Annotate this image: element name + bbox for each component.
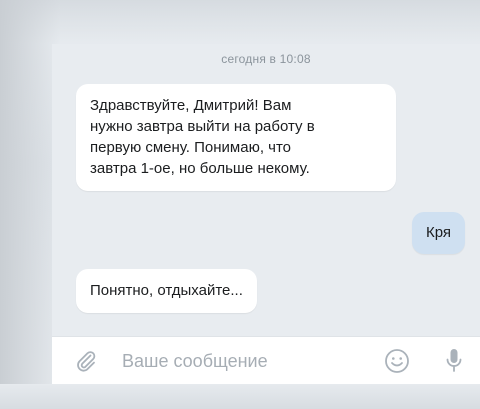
message-input[interactable]: Ваше сообщение — [122, 351, 268, 372]
message-text: Понятно, отдыхайте... — [90, 282, 243, 299]
message-line: нужно завтра выйти на работу в — [90, 118, 315, 135]
blurred-left-edge — [0, 0, 60, 409]
message-line: завтра 1-ое, но больше некому. — [90, 160, 310, 177]
blurred-top-edge — [0, 0, 480, 44]
message-line: Здравствуйте, Дмитрий! Вам — [90, 97, 292, 114]
message-history[interactable]: сегодня в 10:08 Здравствуйте, Дмитрий! В… — [52, 44, 480, 336]
message-text: Кря — [425, 224, 451, 241]
date-separator: сегодня в 10:08 — [221, 52, 311, 66]
blurred-bottom-edge — [0, 384, 480, 409]
outgoing-message-bubble[interactable]: Кря — [411, 212, 465, 254]
smile-icon[interactable] — [384, 348, 410, 374]
chat-screen: сегодня в 10:08 Здравствуйте, Дмитрий! В… — [0, 0, 480, 409]
incoming-message-bubble[interactable]: Понятно, отдыхайте... — [76, 269, 257, 313]
message-line: первую смену. Понимаю, что — [90, 139, 292, 156]
message-composer: Ваше сообщение — [52, 336, 480, 385]
incoming-message-bubble[interactable]: Здравствуйте, Дмитрий! Вам нужно завтра … — [76, 84, 396, 191]
paperclip-icon[interactable] — [74, 349, 98, 373]
microphone-icon[interactable] — [444, 347, 464, 375]
